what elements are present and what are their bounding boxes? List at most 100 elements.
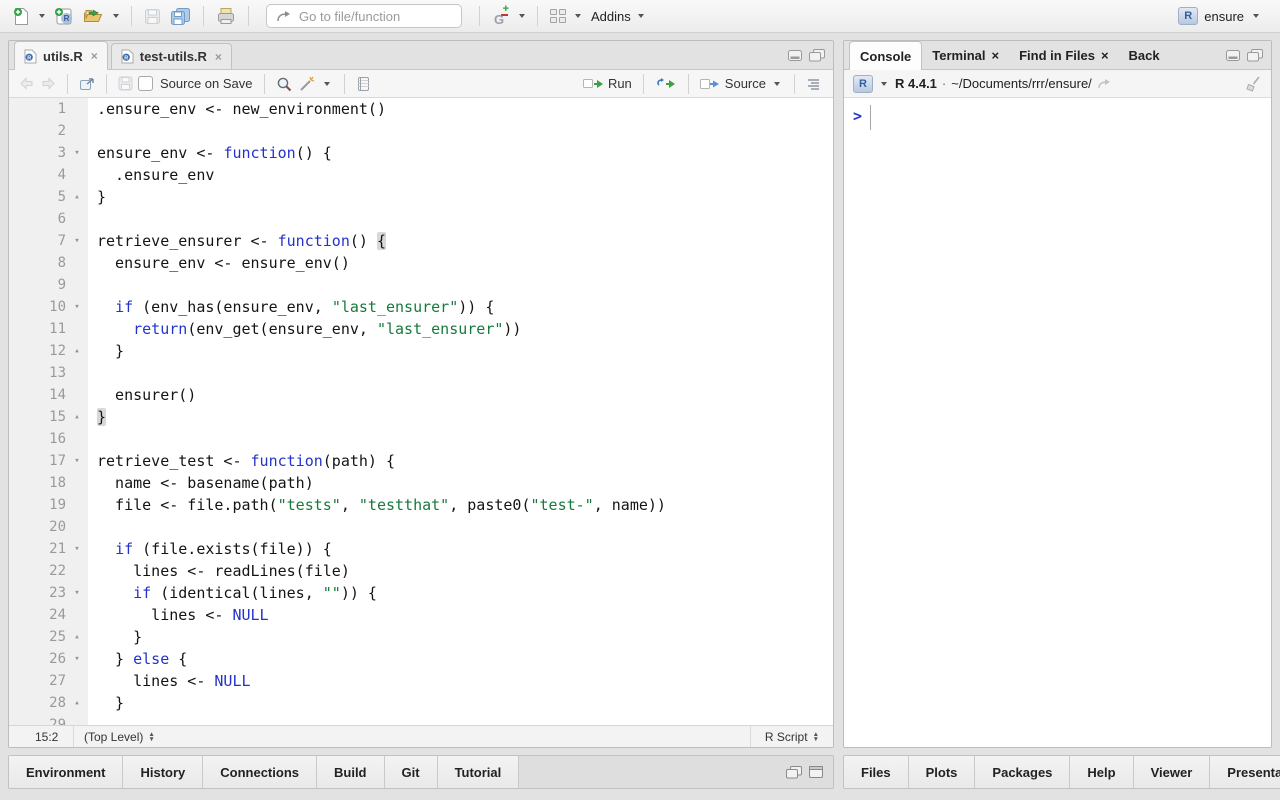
code-line[interactable]: 27 lines <- NULL xyxy=(9,670,833,692)
code-line[interactable]: 13 xyxy=(9,362,833,384)
code-line[interactable]: 8 ensure_env <- ensure_env() xyxy=(9,252,833,274)
code-line[interactable]: 20 xyxy=(9,516,833,538)
new-project-button[interactable]: R xyxy=(51,3,77,29)
minimize-pane-icon[interactable] xyxy=(788,50,802,61)
panel-tab-help[interactable]: Help xyxy=(1070,756,1133,788)
scope-selector[interactable]: (Top Level) ▲▼ xyxy=(73,726,750,747)
code-line[interactable]: 1.ensure_env <- new_environment() xyxy=(9,98,833,120)
panel-tab-packages[interactable]: Packages xyxy=(975,756,1070,788)
code-line[interactable]: 18 name <- basename(path) xyxy=(9,472,833,494)
fold-toggle-icon[interactable]: ▾ xyxy=(66,302,88,312)
save-all-button[interactable] xyxy=(167,3,194,29)
code-line[interactable]: 2 xyxy=(9,120,833,142)
console-tab-console[interactable]: Console xyxy=(849,41,922,70)
fold-toggle-icon[interactable]: ▾ xyxy=(66,456,88,466)
chevron-down-icon[interactable] xyxy=(519,14,525,18)
panel-tab-build[interactable]: Build xyxy=(317,756,385,788)
fold-toggle-icon[interactable]: ▴ xyxy=(66,346,88,356)
panel-tab-viewer[interactable]: Viewer xyxy=(1134,756,1211,788)
fold-toggle-icon[interactable]: ▴ xyxy=(66,192,88,202)
chevron-down-icon[interactable] xyxy=(324,82,330,86)
version-control-button[interactable]: +G xyxy=(489,3,513,29)
source-on-save-checkbox[interactable] xyxy=(138,76,153,91)
chevron-down-icon[interactable] xyxy=(881,82,887,86)
chevron-down-icon[interactable] xyxy=(39,14,45,18)
code-line[interactable]: 10▾ if (env_has(ensure_env, "last_ensure… xyxy=(9,296,833,318)
wand-icon[interactable] xyxy=(298,76,316,92)
panel-tab-files[interactable]: Files xyxy=(844,756,909,788)
code-line[interactable]: 22 lines <- readLines(file) xyxy=(9,560,833,582)
code-line[interactable]: 11 return(env_get(ensure_env, "last_ensu… xyxy=(9,318,833,340)
close-icon[interactable]: × xyxy=(1101,48,1109,63)
console-tab-find-in-files[interactable]: Find in Files× xyxy=(1009,41,1118,69)
panel-tab-git[interactable]: Git xyxy=(385,756,438,788)
code-line[interactable]: 6 xyxy=(9,208,833,230)
project-selector[interactable]: R ensure xyxy=(1178,7,1270,25)
goto-file-function-box[interactable] xyxy=(266,4,462,28)
print-button[interactable] xyxy=(213,3,239,29)
popout-icon[interactable] xyxy=(79,77,95,91)
restore-pane-icon[interactable] xyxy=(786,766,802,779)
panel-tab-plots[interactable]: Plots xyxy=(909,756,976,788)
goto-file-function-input[interactable] xyxy=(297,8,477,25)
panel-tab-history[interactable]: History xyxy=(123,756,203,788)
run-button[interactable]: Run xyxy=(583,76,632,91)
chevron-down-icon[interactable] xyxy=(575,14,581,18)
minimize-pane-icon[interactable] xyxy=(1226,50,1240,61)
code-line[interactable]: 4 .ensure_env xyxy=(9,164,833,186)
file-type-selector[interactable]: R Script ▲▼ xyxy=(750,726,833,747)
addins-menu[interactable]: Addins xyxy=(587,9,651,24)
code-editor[interactable]: 1.ensure_env <- new_environment()23▾ensu… xyxy=(9,98,833,725)
fold-toggle-icon[interactable]: ▴ xyxy=(66,412,88,422)
code-line[interactable]: 24 lines <- NULL xyxy=(9,604,833,626)
save-button[interactable] xyxy=(141,3,164,29)
open-file-button[interactable] xyxy=(80,3,107,29)
console-output[interactable]: > xyxy=(844,98,1271,130)
compile-notebook-icon[interactable] xyxy=(356,76,370,92)
code-line[interactable]: 16 xyxy=(9,428,833,450)
chevron-down-icon[interactable] xyxy=(774,82,780,86)
fold-toggle-icon[interactable]: ▾ xyxy=(66,236,88,246)
close-icon[interactable]: × xyxy=(992,48,1000,63)
code-line[interactable]: 12▴ } xyxy=(9,340,833,362)
editor-tab-test-utils-r[interactable]: Rtest-utils.R× xyxy=(111,43,232,69)
code-line[interactable]: 14 ensurer() xyxy=(9,384,833,406)
code-line[interactable]: 21▾ if (file.exists(file)) { xyxy=(9,538,833,560)
console-tab-terminal[interactable]: Terminal× xyxy=(922,41,1009,69)
code-line[interactable]: 9 xyxy=(9,274,833,296)
fold-toggle-icon[interactable]: ▴ xyxy=(66,632,88,642)
code-line[interactable]: 7▾retrieve_ensurer <- function() { xyxy=(9,230,833,252)
code-line[interactable]: 15▴} xyxy=(9,406,833,428)
maximize-pane-icon[interactable] xyxy=(809,766,823,778)
back-icon[interactable] xyxy=(19,77,35,90)
code-line[interactable]: 3▾ensure_env <- function() { xyxy=(9,142,833,164)
code-line[interactable]: 17▾retrieve_test <- function(path) { xyxy=(9,450,833,472)
panes-layout-button[interactable] xyxy=(547,3,569,29)
fold-toggle-icon[interactable]: ▴ xyxy=(66,698,88,708)
code-line[interactable]: 25▴ } xyxy=(9,626,833,648)
forward-icon[interactable] xyxy=(40,77,56,90)
code-line[interactable]: 29 xyxy=(9,714,833,725)
panel-tab-tutorial[interactable]: Tutorial xyxy=(438,756,520,788)
outline-icon[interactable] xyxy=(806,78,821,90)
clear-console-button[interactable] xyxy=(1245,76,1262,92)
close-icon[interactable]: × xyxy=(215,50,222,64)
search-icon[interactable] xyxy=(276,76,293,92)
code-line[interactable]: 19 file <- file.path("tests", "testthat"… xyxy=(9,494,833,516)
chevron-down-icon[interactable] xyxy=(113,14,119,18)
close-icon[interactable]: × xyxy=(91,49,98,63)
fold-toggle-icon[interactable]: ▾ xyxy=(66,588,88,598)
fold-toggle-icon[interactable]: ▾ xyxy=(66,654,88,664)
code-line[interactable]: 28▴ } xyxy=(9,692,833,714)
working-directory[interactable]: ~/Documents/rrr/ensure/ xyxy=(951,76,1092,91)
panel-tab-presentation[interactable]: Presentation xyxy=(1210,756,1280,788)
save-icon[interactable] xyxy=(118,76,133,91)
source-button[interactable]: Source xyxy=(700,76,766,91)
maximize-pane-icon[interactable] xyxy=(1247,49,1263,62)
editor-tab-utils-r[interactable]: Rutils.R× xyxy=(14,41,108,70)
code-line[interactable]: 26▾ } else { xyxy=(9,648,833,670)
panel-tab-connections[interactable]: Connections xyxy=(203,756,317,788)
code-line[interactable]: 23▾ if (identical(lines, "")) { xyxy=(9,582,833,604)
code-line[interactable]: 5▴} xyxy=(9,186,833,208)
fold-toggle-icon[interactable]: ▾ xyxy=(66,544,88,554)
